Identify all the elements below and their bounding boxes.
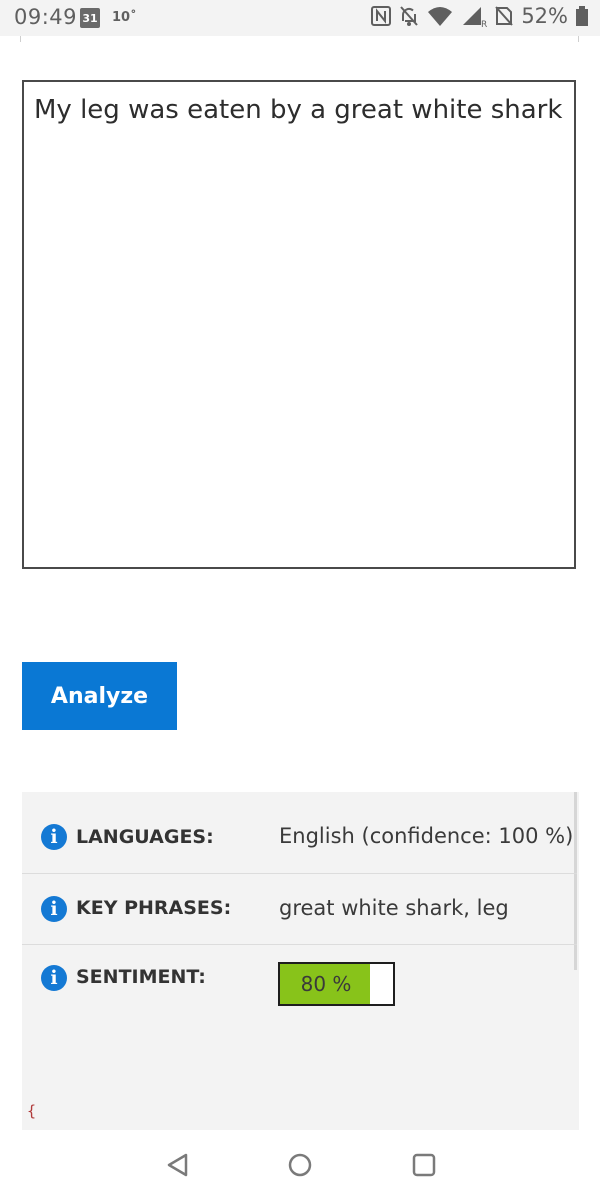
info-icon[interactable]: i: [41, 965, 67, 991]
svg-text:R: R: [481, 20, 487, 27]
page-edge-left: [20, 36, 21, 42]
back-icon[interactable]: [165, 1152, 191, 1178]
status-bar: 09:49 31 10˚ R 52%: [0, 0, 600, 36]
results-panel: i LANGUAGES: English (confidence: 100 %)…: [22, 792, 579, 1130]
home-icon[interactable]: [287, 1152, 313, 1178]
battery-icon: [576, 6, 588, 26]
page-edge-right: [578, 36, 579, 42]
signal-icon: R: [463, 7, 487, 27]
sentiment-label: SENTIMENT:: [76, 966, 206, 988]
nav-bar: [0, 1130, 600, 1200]
wifi-icon: [428, 7, 453, 26]
info-icon[interactable]: i: [41, 824, 67, 850]
calendar-icon: 31: [80, 8, 100, 28]
key-phrases-row: i KEY PHRASES: great white shark, leg: [22, 874, 577, 944]
json-brace: {: [27, 1102, 37, 1120]
text-input-area[interactable]: My leg was eaten by a great white shark: [22, 80, 576, 569]
recents-icon[interactable]: [411, 1152, 437, 1178]
analyze-button[interactable]: Analyze: [22, 662, 177, 730]
sentiment-bar: 80 %: [278, 962, 395, 1006]
no-sim-icon: [495, 6, 514, 26]
languages-label: LANGUAGES:: [76, 826, 214, 848]
key-phrases-label: KEY PHRASES:: [76, 897, 232, 919]
info-icon[interactable]: i: [41, 896, 67, 922]
languages-value: English (confidence: 100 %): [279, 824, 574, 848]
battery-percent: 52%: [521, 4, 568, 28]
status-icons: R 52%: [371, 4, 588, 28]
key-phrases-value: great white shark, leg: [279, 896, 509, 920]
status-time: 09:49: [14, 5, 78, 29]
bell-off-icon: [400, 6, 419, 26]
sentiment-value: 80 %: [300, 972, 352, 996]
temperature-text: 10˚: [112, 10, 137, 25]
languages-row: i LANGUAGES: English (confidence: 100 %): [22, 802, 577, 872]
nfc-icon: [371, 6, 392, 26]
